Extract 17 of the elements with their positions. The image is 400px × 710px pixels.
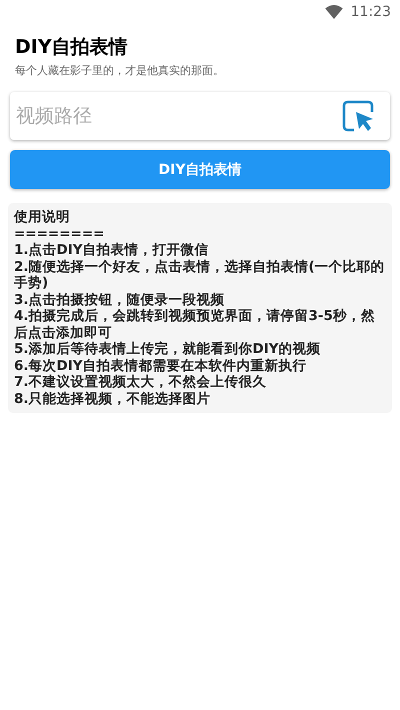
instruction-text: 7.不建议设置视频太大，不然会上传很久 (14, 374, 268, 390)
instruction-text: 6.每次DIY自拍表情都需要在本软件内重新执行 (14, 358, 308, 374)
divider-text: ======== (14, 226, 106, 242)
cursor-select-icon[interactable] (342, 100, 374, 132)
instruction-text: 2.随便选择一个好友，点击表情，选择自拍表情(一个比耶的手势) (14, 258, 386, 292)
wifi-icon (324, 5, 343, 19)
app-title: DIY自拍表情 (15, 35, 129, 60)
instructions-title: 使用说明 (14, 209, 71, 226)
instruction-text: 5.添加后等待表情上传完，就能看到你DIY的视频 (14, 341, 322, 358)
clock-time: 11:23 (350, 4, 391, 20)
input-field[interactable]: 视频路径 (10, 92, 390, 140)
app-subtitle: 每个人藏在影子里的，才是他真实的那面。 (15, 63, 225, 78)
instruction-text: 1.点击DIY自拍表情，打开微信 (14, 242, 210, 258)
instruction-text: 3.点击拍摄按钮，随便录一段视频 (14, 292, 226, 308)
diy-button[interactable]: DIY自拍表情 (10, 150, 390, 189)
instruction-text: 8.只能选择视频，不能选择图片 (14, 390, 212, 407)
instruction-text: 4.拍摄完成后，会跳转到视频预览界面，请停留3-5秒，然后点击添加即可 (14, 308, 376, 341)
